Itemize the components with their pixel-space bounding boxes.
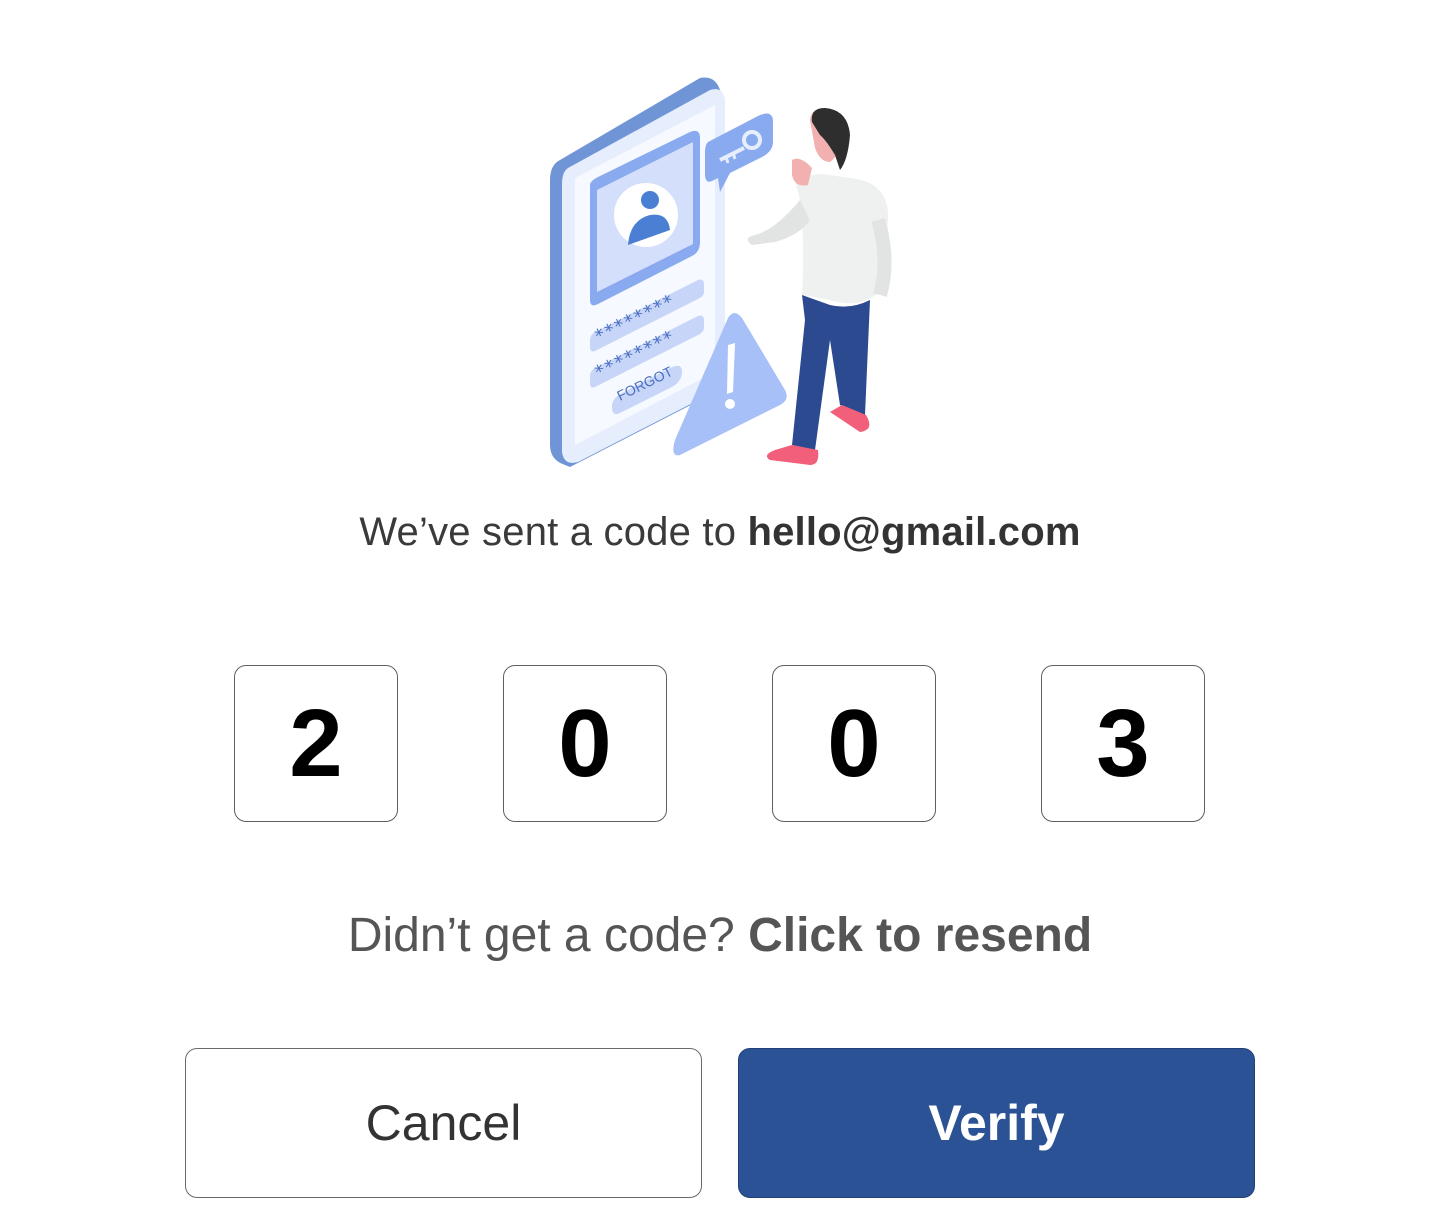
code-digit-input-3[interactable]: 0 [772, 665, 936, 822]
recipient-email: hello@gmail.com [747, 510, 1081, 554]
code-sent-message: We’ve sent a code to hello@gmail.com [0, 510, 1440, 555]
resend-link[interactable]: Click to resend [748, 909, 1092, 962]
verify-button[interactable]: Verify [738, 1048, 1255, 1198]
person-figure [747, 108, 892, 465]
resend-question: Didn’t get a code? [347, 909, 749, 962]
verification-code-inputs: 2 0 0 3 [234, 665, 1208, 824]
code-sent-prefix: We’ve sent a code to [359, 510, 748, 554]
resend-prompt: Didn’t get a code? Click to resend [0, 908, 1440, 963]
code-digit-input-2[interactable]: 0 [503, 665, 667, 822]
code-digit-input-4[interactable]: 3 [1041, 665, 1205, 822]
cancel-button[interactable]: Cancel [185, 1048, 702, 1198]
password-recovery-illustration: ******** ******** FORGOT [530, 60, 910, 480]
code-digit-input-1[interactable]: 2 [234, 665, 398, 822]
